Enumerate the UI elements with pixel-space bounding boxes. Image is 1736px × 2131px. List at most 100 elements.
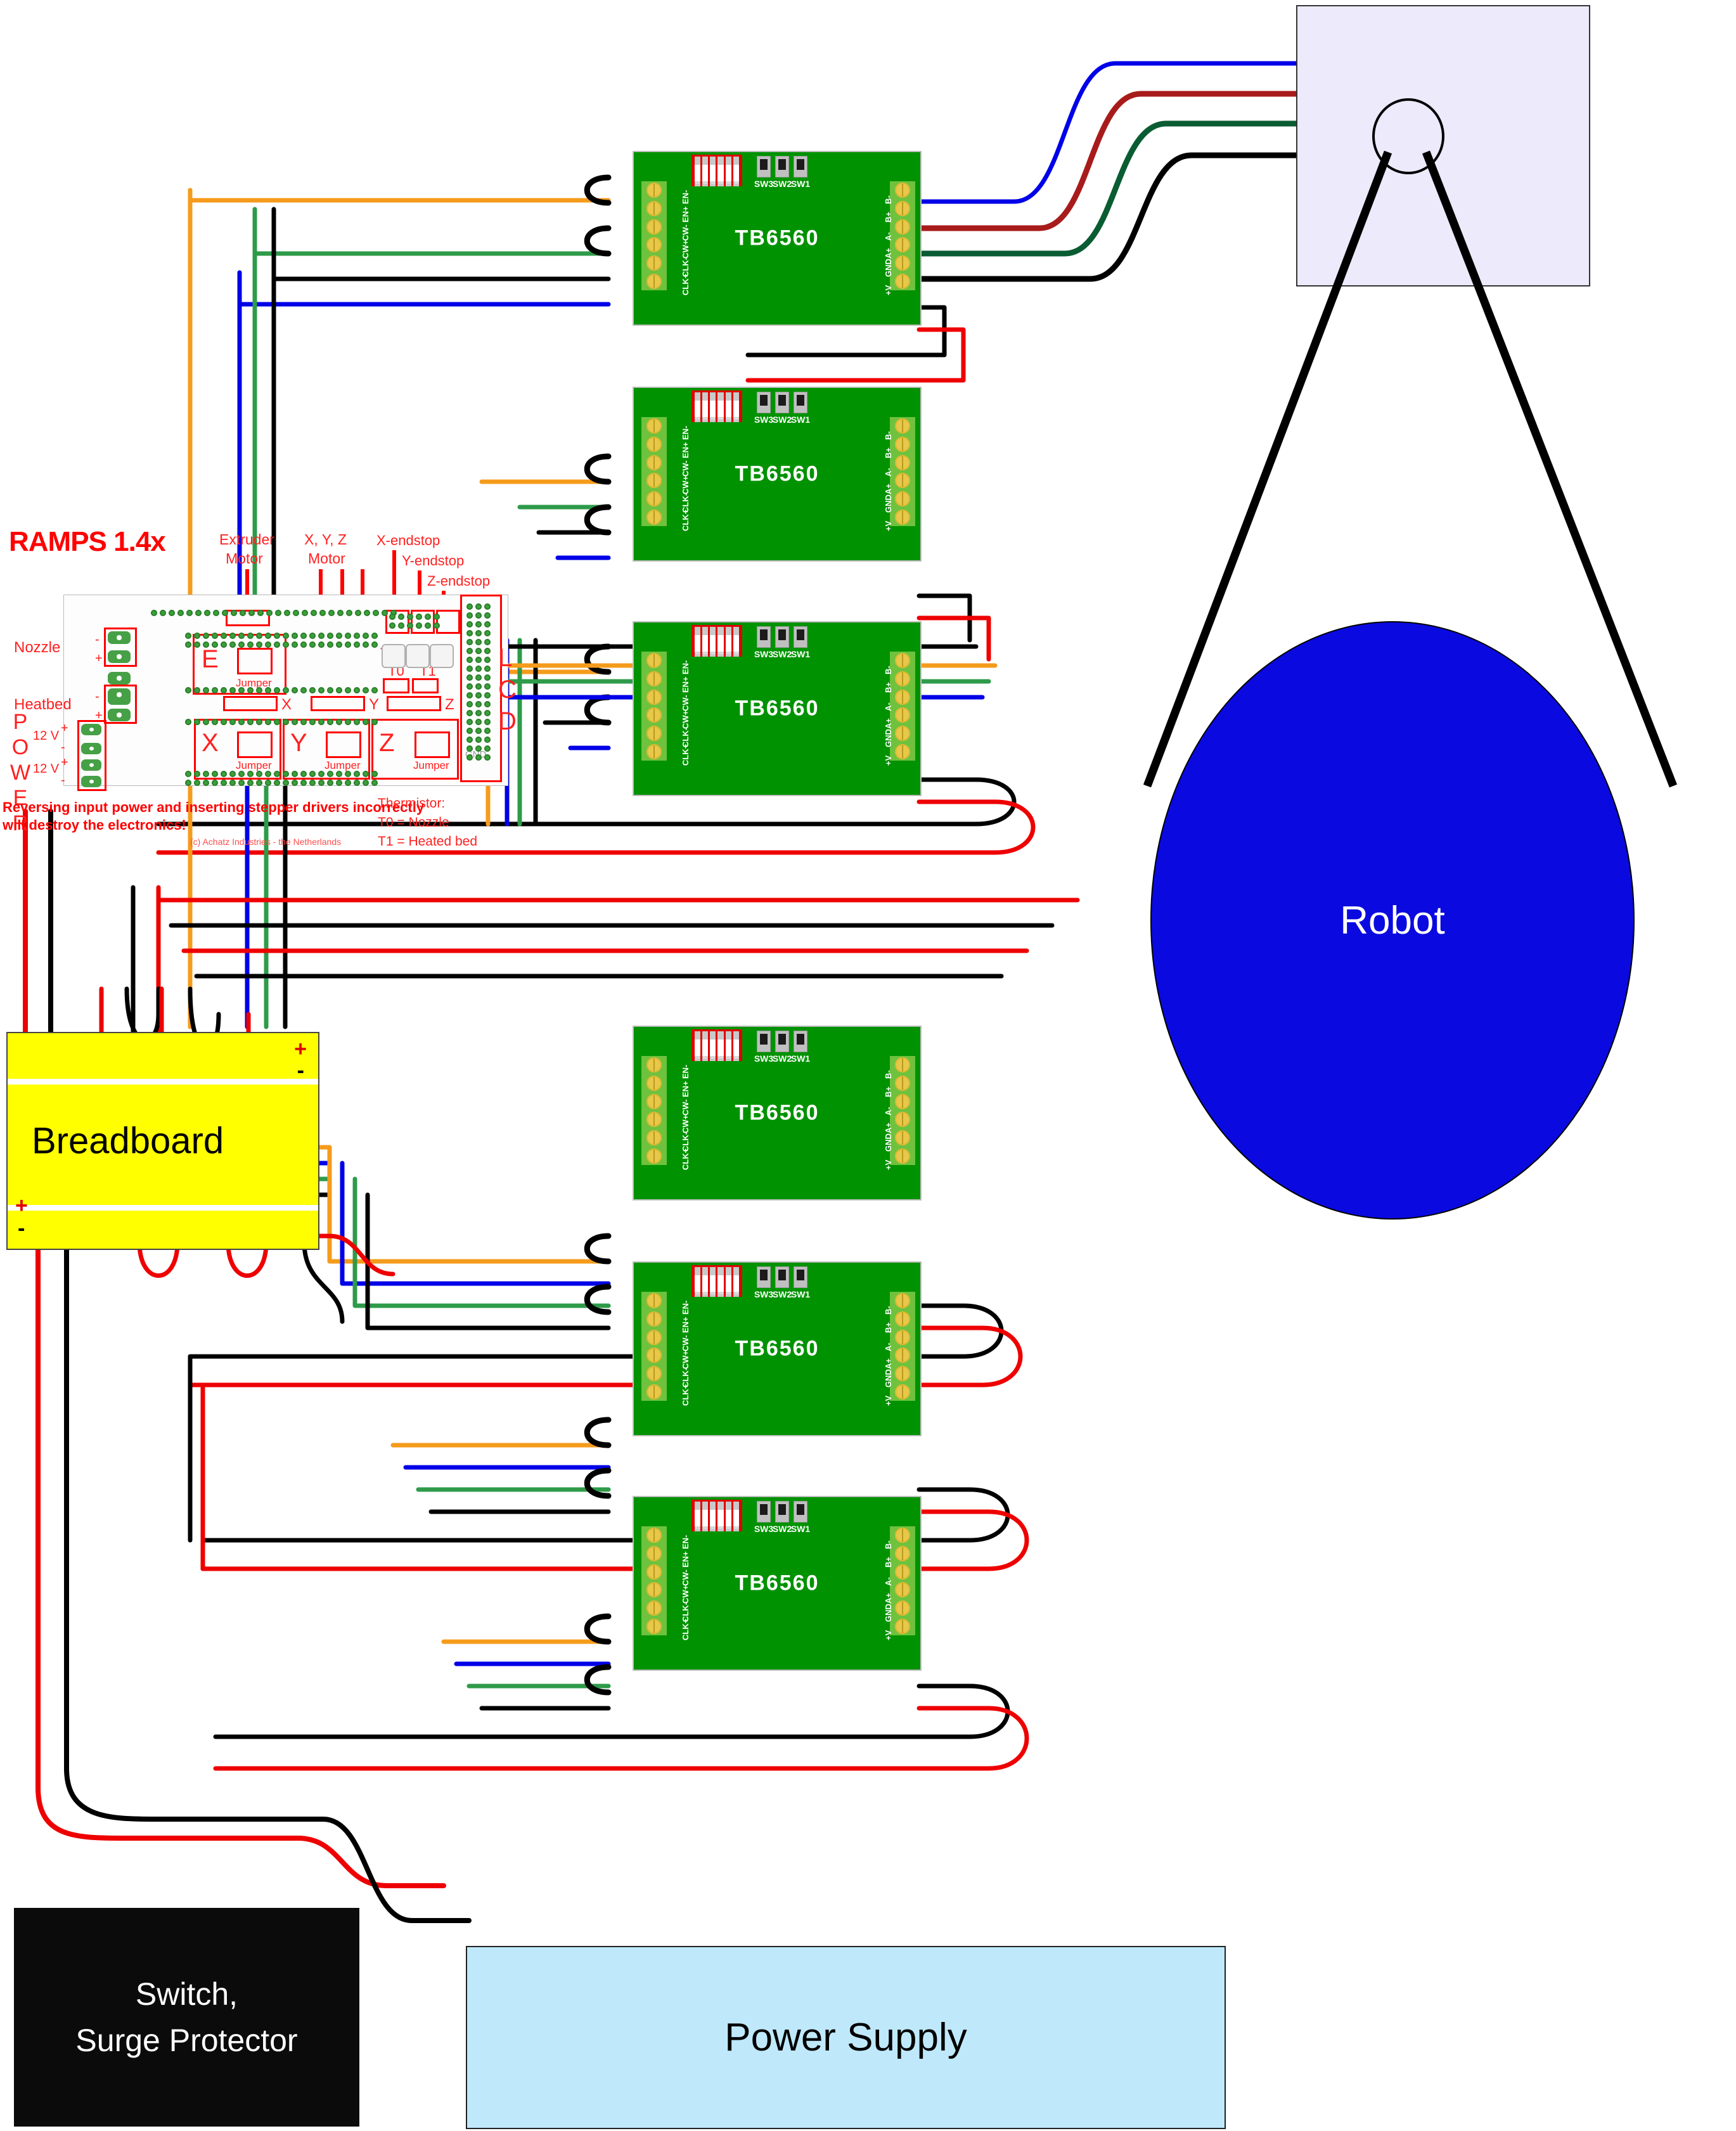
dip-switch-2[interactable]: S2 (702, 1502, 709, 1531)
terminal-screw-b[interactable] (895, 653, 910, 668)
terminal-screw-cw[interactable] (646, 454, 662, 470)
terminal-screw-gnd[interactable] (895, 1600, 910, 1616)
terminal-screw-a[interactable] (895, 454, 910, 470)
dip-switch-bank[interactable]: S1 S2 S3 S4 S5 S6 (691, 1029, 742, 1061)
toggle-sw1[interactable] (794, 1031, 807, 1052)
terminal-screw-clk[interactable] (646, 1130, 662, 1146)
terminal-screw-en[interactable] (646, 1528, 662, 1543)
dip-switch-4[interactable]: S4 (717, 157, 724, 186)
dip-switch-5[interactable]: S5 (725, 157, 732, 186)
toggle-sw3[interactable] (757, 626, 771, 648)
dip-switch-bank[interactable]: S1 S2 S3 S4 S5 S6 (691, 625, 742, 657)
terminal-screw-clk[interactable] (646, 491, 662, 507)
terminal-screw-b[interactable] (895, 200, 910, 216)
dip-switch-2[interactable]: S2 (702, 1267, 709, 1297)
toggle-sw2[interactable] (775, 392, 789, 413)
dip-switch-6[interactable]: S6 (733, 627, 740, 657)
dip-switch-2[interactable]: S2 (702, 157, 709, 186)
terminal-screw-a[interactable] (895, 1329, 910, 1345)
dip-switch-4[interactable]: S4 (717, 1031, 724, 1061)
dip-switch-6[interactable]: S6 (733, 1502, 740, 1531)
toggle-sw1[interactable] (794, 626, 807, 648)
terminal-screw-b[interactable] (895, 1057, 910, 1072)
toggle-sw3[interactable] (757, 1266, 771, 1288)
dip-switch-4[interactable]: S4 (717, 1502, 724, 1531)
terminal-screw-a[interactable] (895, 219, 910, 235)
terminal-screw-cw[interactable] (646, 219, 662, 235)
terminal-screw-b[interactable] (895, 1528, 910, 1543)
terminal-screw-b[interactable] (895, 1311, 910, 1327)
terminal-screw-v[interactable] (895, 1384, 910, 1400)
terminal-screw-a[interactable] (895, 1093, 910, 1109)
dip-switch-1[interactable]: S1 (694, 1267, 700, 1297)
toggle-sw1[interactable] (794, 392, 807, 413)
toggle-sw3[interactable] (757, 1501, 771, 1523)
terminal-screw-en[interactable] (646, 1311, 662, 1327)
dip-switch-2[interactable]: S2 (702, 627, 709, 657)
terminal-screw-b[interactable] (895, 1545, 910, 1561)
terminal-screw-clk[interactable] (646, 726, 662, 742)
terminal-screw-en[interactable] (646, 671, 662, 686)
terminal-screw-clk[interactable] (646, 510, 662, 525)
terminal-screw-gnd[interactable] (895, 1130, 910, 1146)
terminal-screw-a[interactable] (895, 689, 910, 705)
toggle-sw2[interactable] (775, 1266, 789, 1288)
driver-board-1[interactable]: TB6560 S1 S2 S3 S4 S5 S6 SW3 SW2 SW1 EN- EN+ CW- CW+ C… (633, 151, 922, 326)
toggle-sw2[interactable] (775, 1501, 789, 1523)
dip-switch-5[interactable]: S5 (725, 1267, 732, 1297)
driver-board-4[interactable]: TB6560 S1 S2 S3 S4 S5 S6 SW3 SW2 SW1 EN- EN+ CW- CW+ C… (633, 1026, 922, 1201)
terminal-screw-clk[interactable] (646, 744, 662, 759)
toggle-sw2[interactable] (775, 1031, 789, 1052)
terminal-screw-gnd[interactable] (895, 255, 910, 271)
terminal-screw-clk[interactable] (646, 1149, 662, 1164)
terminal-screw-v[interactable] (895, 510, 910, 525)
terminal-screw-b[interactable] (895, 671, 910, 686)
dip-switch-2[interactable]: S2 (702, 1031, 709, 1061)
terminal-screw-v[interactable] (895, 744, 910, 759)
toggle-sw1[interactable] (794, 1501, 807, 1523)
toggle-sw1[interactable] (794, 1266, 807, 1288)
switch-surge-protector[interactable]: Switch, Surge Protector (14, 1908, 359, 2127)
terminal-screw-en[interactable] (646, 1075, 662, 1091)
terminal-screw-en[interactable] (646, 200, 662, 216)
driver-board-6[interactable]: TB6560 S1 S2 S3 S4 S5 S6 SW3 SW2 SW1 EN- EN+ CW- CW+ C… (633, 1496, 922, 1671)
dip-switch-1[interactable]: S1 (694, 1031, 700, 1061)
terminal-screw-b[interactable] (895, 418, 910, 434)
terminal-screw-en[interactable] (646, 1057, 662, 1072)
terminal-screw-clk[interactable] (646, 274, 662, 289)
dip-switch-1[interactable]: S1 (694, 627, 700, 657)
dip-switch-1[interactable]: S1 (694, 157, 700, 186)
power-supply[interactable]: Power Supply (466, 1946, 1226, 2129)
terminal-screw-en[interactable] (646, 1293, 662, 1308)
terminal-screw-b[interactable] (895, 1293, 910, 1308)
terminal-screw-cw[interactable] (646, 1564, 662, 1580)
terminal-screw-en[interactable] (646, 653, 662, 668)
dip-switch-6[interactable]: S6 (733, 1267, 740, 1297)
terminal-screw-gnd[interactable] (895, 1366, 910, 1382)
terminal-screw-en[interactable] (646, 183, 662, 198)
breadboard[interactable]: Breadboard + - + - (6, 1032, 319, 1250)
dip-switch-bank[interactable]: S1 S2 S3 S4 S5 S6 (691, 155, 742, 186)
toggle-sw3[interactable] (757, 392, 771, 413)
terminal-screw-clk[interactable] (646, 255, 662, 271)
terminal-screw-en[interactable] (646, 418, 662, 434)
terminal-screw-b[interactable] (895, 183, 910, 198)
dip-switch-3[interactable]: S3 (710, 1267, 716, 1297)
dip-switch-5[interactable]: S5 (725, 392, 732, 422)
dip-switch-1[interactable]: S1 (694, 1502, 700, 1531)
dip-switch-2[interactable]: S2 (702, 392, 709, 422)
terminal-screw-clk[interactable] (646, 1619, 662, 1634)
terminal-screw-gnd[interactable] (895, 491, 910, 507)
dip-switch-4[interactable]: S4 (717, 392, 724, 422)
terminal-screw-clk[interactable] (646, 1600, 662, 1616)
driver-board-3[interactable]: TB6560 S1 S2 S3 S4 S5 S6 SW3 SW2 SW1 EN- EN+ CW- CW+ C… (633, 621, 922, 796)
toggle-sw2[interactable] (775, 626, 789, 648)
dip-switch-6[interactable]: S6 (733, 157, 740, 186)
dip-switch-3[interactable]: S3 (710, 1031, 716, 1061)
terminal-screw-a[interactable] (895, 1564, 910, 1580)
dip-switch-3[interactable]: S3 (710, 627, 716, 657)
terminal-screw-cw[interactable] (646, 1093, 662, 1109)
dip-switch-bank[interactable]: S1 S2 S3 S4 S5 S6 (691, 390, 742, 422)
dip-switch-5[interactable]: S5 (725, 627, 732, 657)
terminal-screw-cw[interactable] (646, 689, 662, 705)
